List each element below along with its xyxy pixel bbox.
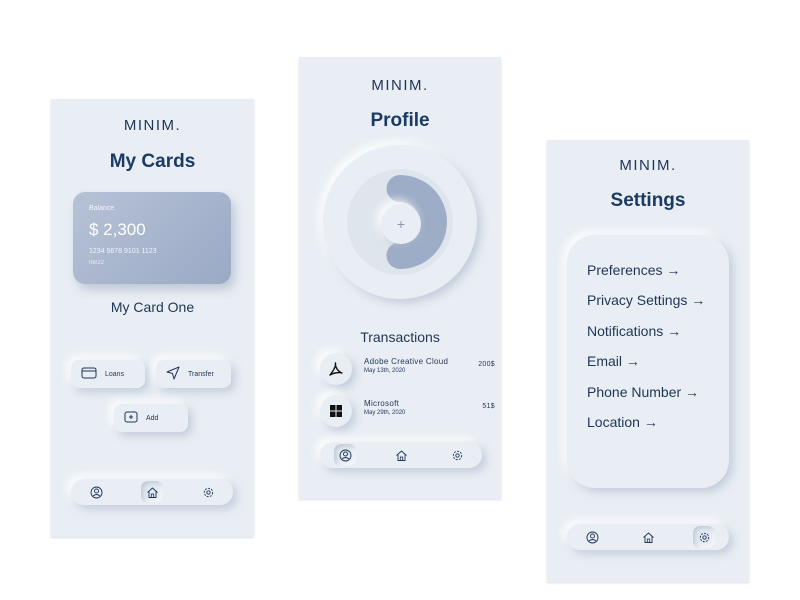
transaction-row[interactable]: Adobe Creative Cloud May 13th, 2020 200$ [320,353,495,385]
brand-logo: MINIM. [371,77,429,94]
send-icon [166,366,180,382]
transaction-amount: 51$ [482,403,495,410]
wallet-icon [81,367,97,381]
transaction-date: May 13th, 2020 [364,368,406,374]
page-title: My Cards [109,151,196,172]
setting-location[interactable]: Location → [587,414,658,430]
setting-notifications[interactable]: Notifications → [587,323,681,339]
transfer-label: Transfer [188,370,214,378]
gear-icon[interactable] [446,444,468,466]
card-number: 1234 5678 9101 1123 [89,248,157,255]
transaction-amount: 200$ [478,361,495,368]
adobe-icon [320,353,352,385]
add-label: Add [146,414,159,422]
brand-logo: MINIM. [619,157,677,174]
plus-box-icon [124,411,138,425]
plus-icon: + [396,216,406,232]
user-icon[interactable] [581,526,603,548]
user-icon[interactable] [334,444,356,466]
add-photo-button[interactable]: + [381,204,421,244]
brand-logo: MINIM. [123,117,182,134]
transaction-row[interactable]: Microsoft May 29th, 2020 51$ [320,395,495,427]
card-name: My Card One [110,299,195,315]
page-title: Settings [610,190,686,211]
setting-privacy[interactable]: Privacy Settings → [587,292,705,308]
bottom-nav [320,442,482,468]
transaction-date: May 29th, 2020 [364,410,406,416]
card-expiry: 08/22 [89,260,105,266]
bottom-nav [71,479,233,505]
setting-preferences[interactable]: Preferences → [587,262,680,278]
home-icon[interactable] [141,481,163,503]
my-cards-screen: MINIM. My Cards Balance $ 2,300 1234 567… [51,99,254,537]
home-icon[interactable] [390,444,412,466]
settings-screen: MINIM. Settings Preferences → Privacy Se… [547,140,749,582]
bottom-nav [567,524,729,550]
page-title: Profile [370,110,430,131]
balance-card[interactable]: Balance $ 2,300 1234 5678 9101 1123 08/2… [73,192,231,284]
settings-panel: Preferences → Privacy Settings → Notific… [567,235,729,488]
user-icon[interactable] [85,481,107,503]
balance-value: $ 2,300 [89,220,146,239]
transaction-name: Adobe Creative Cloud [364,357,449,366]
profile-screen: MINIM. Profile + Transactions Adobe Crea… [299,57,501,499]
home-icon[interactable] [637,526,659,548]
gear-icon[interactable] [197,481,219,503]
loans-label: Loans [105,370,125,378]
microsoft-icon [320,395,352,427]
transaction-name: Microsoft [364,399,400,408]
add-button[interactable]: Add [114,404,188,432]
gear-icon[interactable] [693,526,715,548]
setting-phone-number[interactable]: Phone Number → [587,384,699,400]
transfer-button[interactable]: Transfer [156,360,231,388]
balance-label: Balance [89,205,115,212]
setting-email[interactable]: Email → [587,353,640,369]
transactions-title: Transactions [360,329,440,345]
loans-button[interactable]: Loans [71,360,145,388]
